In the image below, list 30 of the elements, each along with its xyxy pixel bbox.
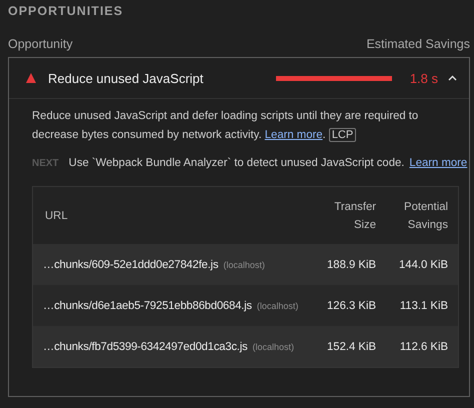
table-cell-text: 188.9 KiB: [326, 258, 376, 270]
column-label: Opportunity: [8, 37, 73, 51]
learn-more-link[interactable]: Learn more: [409, 157, 468, 169]
table-header: URL: [44, 208, 69, 224]
audit-description: Reduce unused JavaScript and defer loading scripts until they are required to decrease bytes consumed by network activity. Learn more. LCP: [32, 109, 420, 144]
table-cell-text: 144.0 KiB: [398, 258, 448, 270]
table-cell-text: 112.6 KiB: [398, 340, 448, 352]
table-header: Transfer Size: [333, 200, 376, 232]
table-cell-text: 152.4 KiB: [326, 340, 376, 352]
url-text: …chunks/609-52e1ddd0e27842fe.js: [42, 258, 218, 270]
metric-tag: LCP: [328, 128, 356, 142]
audit-title: Reduce unused JavaScript: [48, 70, 204, 86]
section-title: OPPORTUNITIES: [8, 3, 124, 18]
host-text: (localhost): [223, 260, 265, 270]
url-text: …chunks/d6e1aeb5-79251ebb86bd0684.js: [42, 300, 252, 312]
learn-more-link[interactable]: Learn more: [264, 129, 323, 141]
stack-pack-text: Use `Webpack Bundle Analyzer` to detect unused JavaScript code.: [68, 157, 404, 169]
column-label: Estimated Savings: [366, 37, 470, 51]
host-text: (localhost): [252, 342, 294, 352]
savings-value: 1.8 s: [410, 70, 438, 86]
stack-pack-logo: NEXT: [32, 158, 59, 168]
period-text: .: [322, 129, 326, 141]
url-text: …chunks/fb7d5399-6342497ed0d1ca3c.js: [42, 340, 248, 352]
table-cell-text: 113.1 KiB: [398, 300, 448, 312]
warning-triangle-icon: [26, 73, 36, 83]
table-cell-text: 126.3 KiB: [326, 300, 376, 312]
audit-header[interactable]: Reduce unused JavaScript 1.8 s: [9, 58, 469, 99]
table-header: Potential Savings: [403, 200, 448, 232]
host-text: (localhost): [256, 300, 298, 310]
chevron-up-icon: [448, 75, 457, 81]
